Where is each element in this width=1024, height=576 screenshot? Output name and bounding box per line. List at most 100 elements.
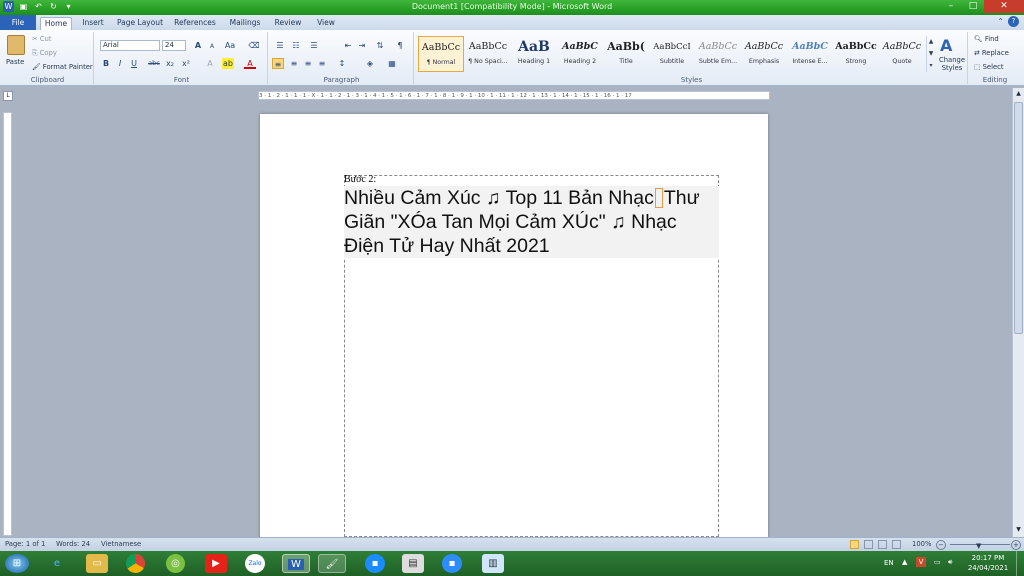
word-taskbar-icon[interactable]: W [282,554,310,573]
align-left-button[interactable]: ≡ [272,58,284,69]
youtube-icon[interactable]: ▶ [205,554,227,573]
close-button[interactable]: ✕ [984,0,1024,13]
select-button[interactable]: ⬚ Select [974,63,1004,71]
find-button[interactable]: 🔍︎ Find [974,35,999,43]
paste-icon[interactable] [7,35,25,55]
minimize-button[interactable]: – [940,0,962,13]
zoom-level[interactable]: 100% [912,538,931,551]
shrink-font-icon[interactable]: A [206,41,218,52]
style-normal[interactable]: AaBbCc ¶ Normal [418,36,464,72]
italic-button[interactable]: I [114,58,126,69]
copy-button[interactable]: ⎘ Copy [32,49,57,58]
tab-mailings[interactable]: Mailings [226,17,264,30]
scroll-up-icon[interactable]: ▲ [1014,90,1023,99]
change-styles-button[interactable]: Change Styles [938,56,966,72]
style-intense-emphasis[interactable]: AaBbC Intense E... [787,36,833,72]
tray-expand-icon[interactable]: ▲ [902,557,907,567]
paint-icon[interactable]: 🖌︎ [318,554,346,573]
step-label[interactable]: Bước 2: [344,174,376,185]
zoom-app-icon[interactable]: ▪ [442,554,462,573]
style-quote[interactable]: AaBbCc Quote [879,36,925,72]
style-heading-1[interactable]: AaB Heading 1 [511,36,557,72]
style-strong[interactable]: AaBbCc Strong [833,36,879,72]
cut-button[interactable]: ✂ Cut [32,35,52,43]
tab-file[interactable]: File [0,15,36,30]
highlight-icon[interactable]: ab [222,58,234,69]
notepad-icon[interactable]: ▥ [482,554,504,573]
scroll-thumb[interactable] [1014,102,1023,334]
superscript-button[interactable]: x² [180,58,192,69]
style-title[interactable]: AaBb(Title [603,36,649,72]
paste-button[interactable]: Paste [6,58,24,66]
bold-button[interactable]: B [100,58,112,69]
change-case-icon[interactable]: Aa [224,40,236,51]
tab-view[interactable]: View [312,17,340,30]
tab-references[interactable]: References [172,17,218,30]
font-name-combo[interactable]: Arial [100,40,160,51]
tab-selector-icon[interactable]: L [3,91,13,101]
zoom-meeting-icon[interactable]: ▪ [365,554,385,573]
style-no-spacing[interactable]: AaBbCc ¶ No Spaci... [465,36,511,72]
sort-icon[interactable]: ⇅ [374,40,386,51]
full-screen-view-icon[interactable] [864,540,873,549]
tab-insert[interactable]: Insert [78,17,108,30]
align-right-button[interactable]: ≡ [302,58,314,69]
start-button[interactable]: ⊞ [5,554,29,573]
maximize-button[interactable]: □ [962,0,984,13]
internet-explorer-icon[interactable]: e [46,554,68,573]
zoom-in-icon[interactable]: + [1011,540,1021,550]
print-layout-view-icon[interactable] [850,540,859,549]
tab-review[interactable]: Review [272,17,304,30]
font-size-combo[interactable]: 24 [162,40,186,51]
zalo-icon[interactable]: Zalo [245,554,265,573]
help-icon[interactable]: ? [1008,16,1019,27]
style-heading-2[interactable]: AaBbC Heading 2 [557,36,603,72]
tab-page-layout[interactable]: Page Layout [114,17,166,30]
language-indicator[interactable]: Vietnamese [101,538,141,551]
vertical-ruler[interactable] [3,112,12,536]
web-layout-view-icon[interactable] [878,540,887,549]
format-painter-button[interactable]: 🖌 Format Painter [32,63,93,71]
minimize-ribbon-icon[interactable]: ⌃ [997,17,1004,26]
strikethrough-button[interactable]: abc [148,58,160,69]
scroll-down-icon[interactable]: ▼ [1014,526,1023,535]
grow-font-icon[interactable]: A [192,40,204,51]
borders-icon[interactable]: ▦ [386,58,398,69]
bullets-icon[interactable]: ☰ [274,40,286,51]
chrome-icon[interactable] [126,554,145,573]
multilevel-list-icon[interactable]: ☰ [308,40,320,51]
shading-icon[interactable]: ◈ [364,58,376,69]
volume-icon[interactable]: 🔊︎ [948,557,952,567]
show-desktop-button[interactable] [1016,551,1024,576]
replace-button[interactable]: ⇄ Replace [974,49,1009,57]
document-heading[interactable]: Nhiều Cảm Xúc ♫ Top 11 Bản Nhạc Thư Giãn … [344,186,719,258]
style-subtitle[interactable]: AaBbCcI Subtitle [649,36,695,72]
styles-scroll-icon[interactable]: ▲ ▼ ▾ [926,36,935,72]
justify-button[interactable]: ≡ [316,58,328,69]
font-color-icon[interactable]: A [244,58,256,69]
clock[interactable]: 20:17 PM 24/04/2021 [966,553,1010,573]
numbering-icon[interactable]: ☷ [290,40,302,51]
clear-formatting-icon[interactable]: ⌫ [248,40,260,51]
page-count[interactable]: Page: 1 of 1 [5,538,45,551]
increase-indent-icon[interactable]: ⇥ [356,40,368,51]
unikey-icon[interactable]: V [916,557,926,567]
style-subtle-emphasis[interactable]: AaBbCc Subtle Em... [695,36,741,72]
network-app-icon[interactable]: ▤ [402,554,424,573]
show-hide-marks-icon[interactable]: ¶ [394,40,406,51]
tab-home[interactable]: Home [40,17,72,30]
underline-button[interactable]: U [128,58,140,69]
horizontal-ruler[interactable]: 3 · 1 · 2 · 1 · 1 · 1 · X · 1 · 1 · 2 · … [258,91,770,100]
change-styles-icon[interactable]: A [940,36,952,55]
coc-coc-icon[interactable]: ◎ [166,554,185,573]
line-spacing-icon[interactable]: ↕ [336,58,348,69]
subscript-button[interactable]: x₂ [164,58,176,69]
word-count[interactable]: Words: 24 [56,538,90,551]
input-language[interactable]: EN [884,558,894,568]
style-emphasis[interactable]: AaBbCc Emphasis [741,36,787,72]
file-explorer-icon[interactable]: ▭ [86,554,108,573]
align-center-button[interactable]: ≡ [288,58,300,69]
outline-view-icon[interactable] [892,540,901,549]
text-effects-icon[interactable]: A [204,58,216,69]
vertical-scrollbar[interactable]: ▲ ▼ [1012,88,1024,537]
